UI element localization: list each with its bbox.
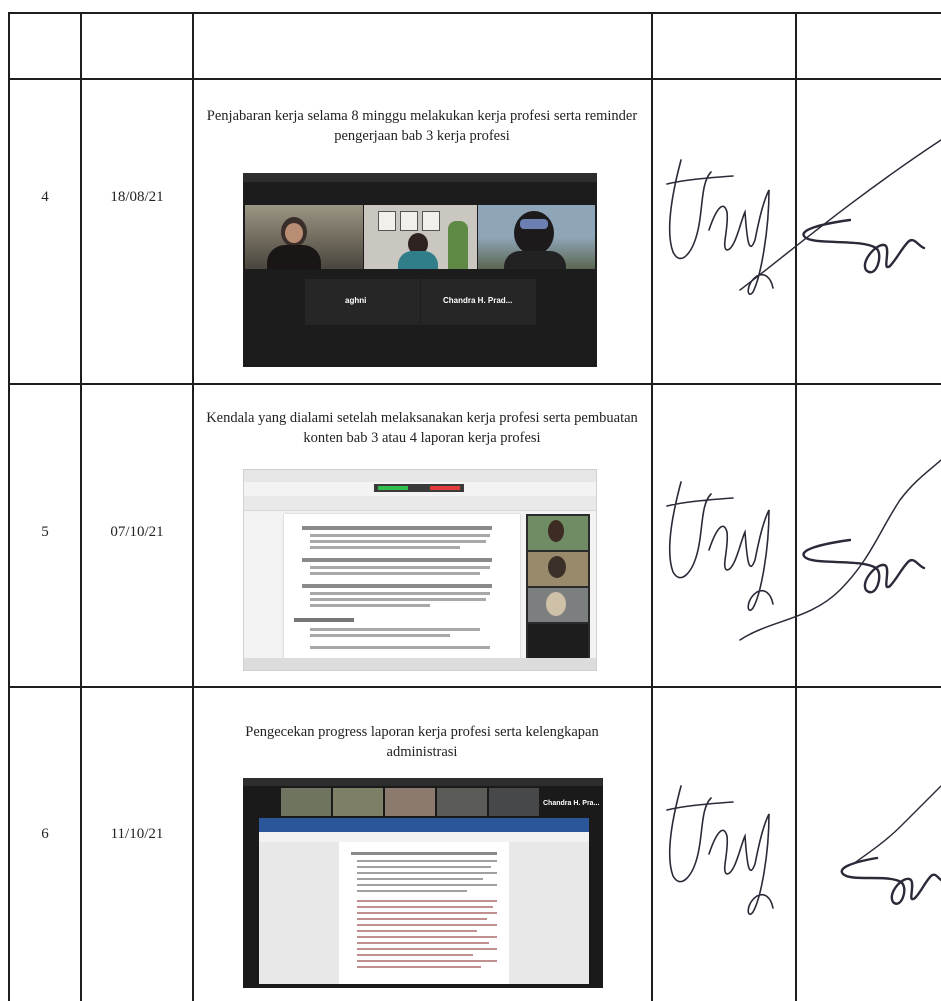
border-top <box>8 12 941 14</box>
meeting-screenshot: Chandra H. Pra... <box>243 778 603 988</box>
border-row-4 <box>8 383 941 385</box>
row-date: 11/10/21 <box>110 826 164 842</box>
signature-2 <box>739 139 941 291</box>
participant-name: Chandra H. Pra... <box>543 800 600 807</box>
participant-video <box>364 205 477 269</box>
row-date: 07/10/21 <box>110 524 164 540</box>
border-col-1 <box>80 12 82 1001</box>
participant-tile: aghni <box>305 279 420 325</box>
document-screenshot <box>243 469 597 671</box>
row-description: Pengecekan progress laporan kerja profes… <box>245 724 599 760</box>
participant-video <box>245 205 363 269</box>
signature-2 <box>840 785 941 905</box>
border-col-0 <box>8 12 10 1001</box>
row-number: 4 <box>41 189 49 205</box>
row-date: 18/08/21 <box>110 189 164 205</box>
border-row-header <box>8 78 941 80</box>
signature-1 <box>666 785 774 915</box>
participant-name: aghni <box>345 296 367 305</box>
signature-2 <box>739 459 941 641</box>
participant-video <box>478 205 595 269</box>
row-number: 6 <box>41 826 49 842</box>
meeting-screenshot: aghni Chandra H. Prad... <box>243 173 597 367</box>
border-col-2 <box>192 12 194 1001</box>
participant-tile: Chandra H. Prad... <box>421 279 536 325</box>
participant-name: Chandra H. Prad... <box>443 296 513 305</box>
row-number: 5 <box>41 524 49 540</box>
row-description: Penjabaran kerja selama 8 minggu melakuk… <box>206 108 638 144</box>
row-description: Kendala yang dialami setelah melaksanaka… <box>206 410 638 446</box>
